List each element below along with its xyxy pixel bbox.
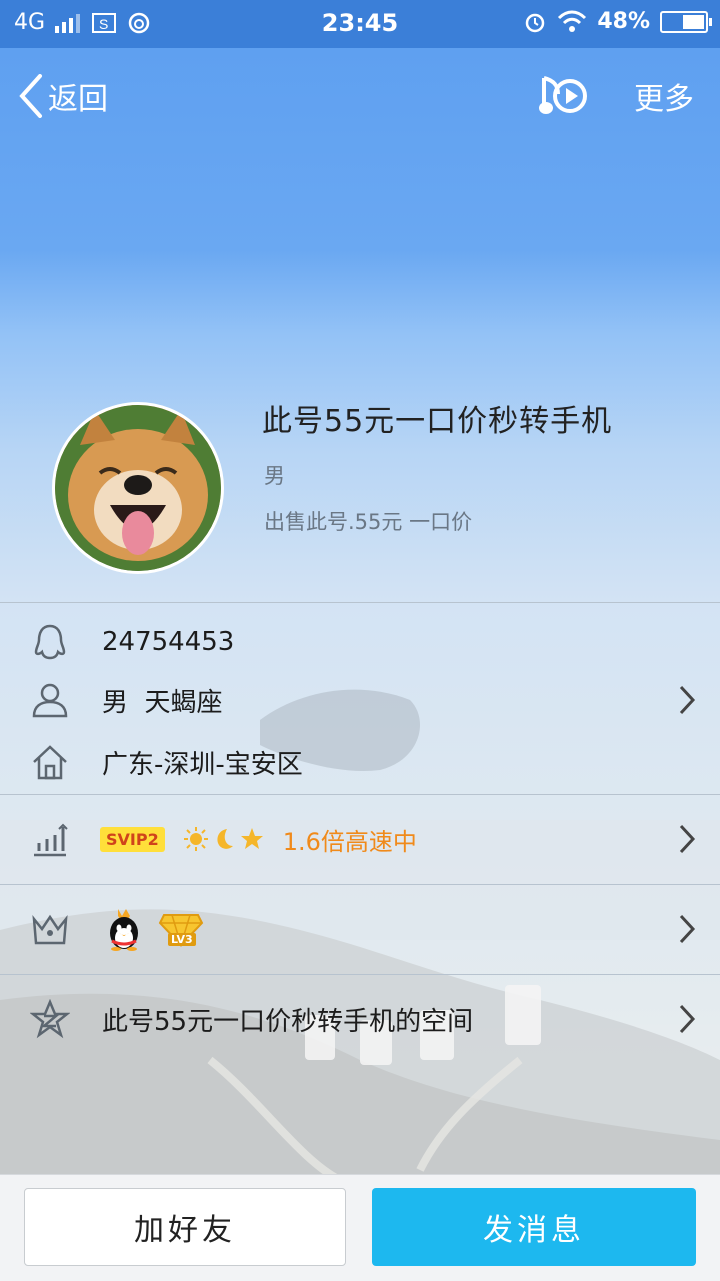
back-button[interactable]: 返回 [18, 74, 108, 118]
battery-icon [660, 10, 712, 33]
status-bar: 4G S 23:45 48% [0, 0, 720, 48]
more-button[interactable]: 更多 [634, 74, 694, 118]
qq-number: 24754453 [102, 627, 235, 657]
chevron-right-icon [679, 824, 696, 854]
battery-fill [682, 14, 704, 29]
status-right: 48% [523, 9, 712, 34]
vip-row[interactable]: SVIP2 1.6倍高速中 [0, 795, 720, 883]
location-row: 广东-深圳-宝安区 [0, 730, 720, 794]
profile-name: 此号55元一口价秒转手机 [262, 404, 613, 439]
back-label: 返回 [48, 82, 108, 117]
qzone-star-icon [30, 999, 70, 1039]
level-badge: LV3 [158, 911, 204, 948]
home-icon [33, 745, 67, 780]
profile-gender: 男 [264, 464, 285, 488]
sun-icon [183, 827, 208, 851]
chevron-right-icon [679, 1004, 696, 1034]
privilege-row[interactable]: LV3 [0, 885, 720, 973]
chevron-right-icon [679, 685, 696, 715]
alarm-icon [526, 13, 545, 32]
location: 广东-深圳-宝安区 [102, 749, 303, 780]
profile-signature: 出售此号.55元 一口价 [264, 510, 473, 534]
star-icon [240, 828, 263, 849]
level-badge-text: LV3 [168, 933, 196, 946]
qq-number-row: 24754453 [0, 610, 720, 674]
nav-bar: 返回 更多 [0, 48, 720, 144]
info-panel: 24754453 男 天蝎座 广东-深圳-宝安区 SVIP2 1.6倍高速中 L… [0, 602, 720, 1174]
chevron-right-icon [679, 914, 696, 944]
qzone-label: 此号55元一口价秒转手机的空间 [102, 1006, 474, 1037]
music-button[interactable] [536, 72, 588, 122]
wifi-icon [558, 10, 587, 32]
qq-penguin-icon [110, 909, 138, 951]
person-icon [32, 683, 68, 718]
level-icons [183, 826, 265, 852]
dog-avatar-image [55, 405, 221, 571]
speed-text: 1.6倍高速中 [282, 827, 417, 856]
penguin-outline-icon [34, 624, 66, 660]
divider [0, 602, 720, 603]
moon-icon [217, 829, 233, 849]
basic-info-row[interactable]: 男 天蝎座 [0, 668, 720, 732]
crown-icon [32, 914, 68, 945]
bottom-action-bar: 加好友 发消息 [0, 1174, 720, 1281]
music-play-icon [539, 76, 587, 114]
qzone-row[interactable]: 此号55元一口价秒转手机的空间 [0, 975, 720, 1063]
level-chart-icon [34, 823, 68, 857]
battery-percent: 48% [597, 9, 650, 34]
chevron-left-icon [19, 74, 42, 118]
send-message-button[interactable]: 发消息 [372, 1188, 696, 1266]
svip-badge: SVIP2 [100, 826, 165, 852]
avatar[interactable] [52, 402, 224, 574]
add-friend-button[interactable]: 加好友 [24, 1188, 346, 1266]
gender-zodiac: 男 天蝎座 [102, 687, 223, 718]
